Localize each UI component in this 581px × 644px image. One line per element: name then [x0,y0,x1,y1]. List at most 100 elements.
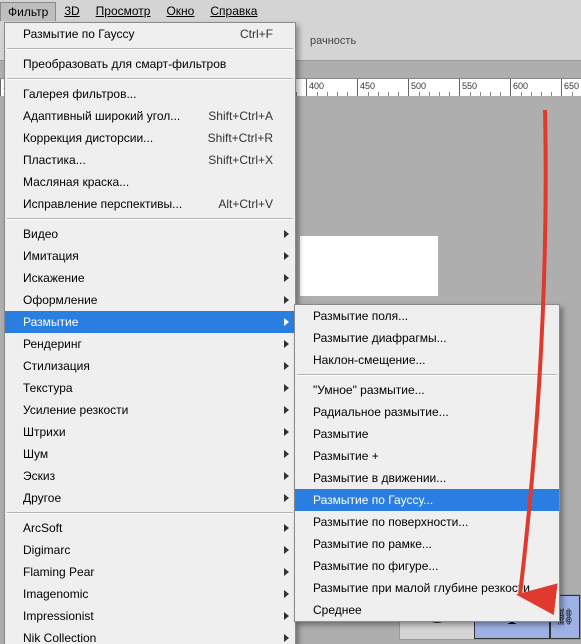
submenu-arrow-icon [284,568,289,576]
menu-item-label: Оформление [23,293,97,307]
menu-item[interactable]: Пластика... Shift+Ctrl+X [5,149,295,171]
menu-item[interactable]: Размытие при малой глубине резкости... [295,577,559,599]
menu-item-label: Imagenomic [23,587,88,601]
menu-item[interactable]: Преобразовать для смарт-фильтров [5,53,295,75]
menu-separator [7,512,293,514]
menu-item-label: Impressionist [23,609,94,623]
menu-3d[interactable]: 3D [56,1,87,21]
menu-item-label: Штрихи [23,425,66,439]
menu-item[interactable]: Оформление [5,289,295,311]
menu-item-label: "Умное" размытие... [313,383,425,397]
canvas-object[interactable] [300,236,438,296]
menu-separator [297,374,557,376]
menu-item[interactable]: Имитация [5,245,295,267]
menu-item[interactable]: Размытие диафрагмы... [295,327,559,349]
submenu-arrow-icon [284,546,289,554]
menu-item[interactable]: Видео [5,223,295,245]
menu-item[interactable]: Размытие по фигуре... [295,555,559,577]
menu-item[interactable]: Размытие [295,423,559,445]
submenu-arrow-icon [284,472,289,480]
submenu-arrow-icon [284,230,289,238]
menu-item-label: Flaming Pear [23,565,94,579]
menu-item-label: Видео [23,227,58,241]
menu-item[interactable]: Impressionist [5,605,295,627]
menu-item[interactable]: Размытие по рамке... [295,533,559,555]
submenu-arrow-icon [284,252,289,260]
menu-item-label: Размытие по рамке... [313,537,432,551]
menu-item-label: Размытие при малой глубине резкости... [313,581,540,595]
menu-item[interactable]: Искажение [5,267,295,289]
submenu-arrow-icon [284,340,289,348]
menu-item[interactable]: Адаптивный широкий угол...Shift+Ctrl+A [5,105,295,127]
menu-help[interactable]: Справка [202,1,265,21]
menu-item-label: Размытие + [313,449,379,463]
menu-filter[interactable]: Фильтр [0,2,56,21]
menu-item[interactable]: Исправление перспективы... Alt+Ctrl+V [5,193,295,215]
menu-item-label: Радиальное размытие... [313,405,449,419]
menu-item[interactable]: Flaming Pear [5,561,295,583]
menu-item-label: Digimarc [23,543,70,557]
menu-item[interactable]: Размытие в движении... [295,467,559,489]
menu-separator [7,78,293,80]
menu-item-label: Другое [23,491,61,505]
menu-item-label: Масляная краска... [23,175,129,189]
menu-item[interactable]: Стилизация [5,355,295,377]
menu-item[interactable]: Шум [5,443,295,465]
menu-item-label: Размытие по Гауссу [23,27,134,41]
menu-item-label: Исправление перспективы... [23,197,182,211]
menu-item-label: Пластика... [23,153,86,167]
menu-item[interactable]: ArcSoft [5,517,295,539]
menu-item[interactable]: Среднее [295,599,559,621]
menu-item[interactable]: "Умное" размытие... [295,379,559,401]
menu-item-label: Преобразовать для смарт-фильтров [23,57,226,71]
menu-window[interactable]: Окно [158,1,202,21]
menu-separator [7,218,293,220]
menu-item[interactable]: Штрихи [5,421,295,443]
menu-item[interactable]: Размытие по поверхности... [295,511,559,533]
menu-item-label: Среднее [313,603,362,617]
submenu-arrow-icon [284,384,289,392]
menu-item[interactable]: Масляная краска... [5,171,295,193]
menu-item[interactable]: Усиление резкости [5,399,295,421]
menu-item[interactable]: Наклон-смещение... [295,349,559,371]
menu-item-label: Размытие диафрагмы... [313,331,447,345]
options-bar-text: рачность [310,35,356,47]
menu-item[interactable]: Размытие + [295,445,559,467]
menu-item-label: Искажение [23,271,85,285]
submenu-arrow-icon [284,362,289,370]
menu-item[interactable]: Текстура [5,377,295,399]
menu-item[interactable]: Размытие [5,311,295,333]
menu-item-shortcut: Shift+Ctrl+A [208,109,273,123]
blur-submenu-dropdown: Размытие поля... Размытие диафрагмы... Нак… [294,304,560,622]
menu-item[interactable]: Рендеринг [5,333,295,355]
menu-item-label: Коррекция дисторсии... [23,131,153,145]
submenu-arrow-icon [284,296,289,304]
menu-item[interactable]: Коррекция дисторсии...Shift+Ctrl+R [5,127,295,149]
submenu-arrow-icon [284,318,289,326]
menu-item-label: Стилизация [23,359,90,373]
menu-item-shortcut: Alt+Ctrl+V [218,197,273,211]
menu-item[interactable]: Nik Collection [5,627,295,644]
submenu-arrow-icon [284,274,289,282]
menu-item[interactable]: Размытие поля... [295,305,559,327]
menu-item[interactable]: Imagenomic [5,583,295,605]
menu-item[interactable]: Digimarc [5,539,295,561]
menu-item[interactable]: Размытие по Гауссу... [295,489,559,511]
filter-menu-dropdown: Размытие по ГауссуCtrl+F Преобразовать дл… [4,22,296,644]
menu-item[interactable]: Галерея фильтров... [5,83,295,105]
menu-item[interactable]: Эскиз [5,465,295,487]
submenu-arrow-icon [284,634,289,642]
menubar: Фильтр 3D Просмотр Окно Справка [0,0,581,23]
submenu-arrow-icon [284,612,289,620]
menu-item-label: Размытие поля... [313,309,408,323]
submenu-arrow-icon [284,590,289,598]
menu-item[interactable]: Радиальное размытие... [295,401,559,423]
menu-item-label: Размытие [313,427,368,441]
menu-item-label: Nik Collection [23,631,96,644]
menu-item[interactable]: Другое [5,487,295,509]
menu-item[interactable]: Размытие по ГауссуCtrl+F [5,23,295,45]
menu-item-label: Размытие по фигуре... [313,559,438,573]
submenu-arrow-icon [284,450,289,458]
menu-view[interactable]: Просмотр [88,1,159,21]
menu-item-shortcut: Shift+Ctrl+X [208,153,273,167]
